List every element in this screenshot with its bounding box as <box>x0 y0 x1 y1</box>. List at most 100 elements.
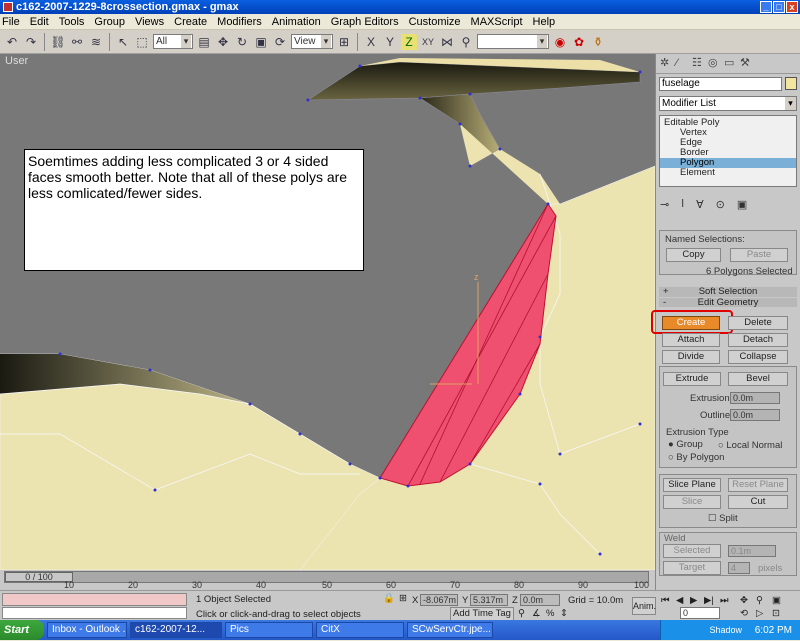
perspective-viewport[interactable]: z User Soemtimes adding less complicated… <box>0 54 655 570</box>
outline-spinner[interactable]: 0.0m <box>730 409 780 421</box>
maximize-button[interactable]: □ <box>773 1 785 13</box>
goto-end-icon[interactable]: ⏭ <box>720 595 729 606</box>
field-of-view-icon[interactable]: ▷ <box>756 608 763 619</box>
restrict-z-icon[interactable]: Z <box>401 33 417 50</box>
create-tab-icon[interactable]: ✲ <box>660 57 672 69</box>
stack-item-element[interactable]: Element <box>660 168 796 178</box>
show-end-result-icon[interactable]: ǀ <box>681 198 684 211</box>
extrusion-spinner[interactable]: 0.0m <box>730 392 780 404</box>
menu-animation[interactable]: Animation <box>272 16 321 28</box>
weld-target-button[interactable]: Target <box>663 561 721 575</box>
snap-toggle-icon[interactable]: ⚲ <box>518 608 525 619</box>
tray-shadow-label[interactable]: Shadow <box>709 625 742 635</box>
unlink-icon[interactable]: ⚯ <box>69 34 85 50</box>
slice-button[interactable]: Slice <box>663 495 721 509</box>
weld-threshold-spinner[interactable]: 0.1m <box>728 545 776 557</box>
add-time-tag-button[interactable]: Add Time Tag <box>450 607 514 621</box>
cut-button[interactable]: Cut <box>728 495 788 509</box>
split-checkbox[interactable]: ☐ Split <box>708 513 738 524</box>
selection-filter-dropdown[interactable]: All <box>153 34 193 49</box>
task-citx[interactable]: CitX <box>316 622 404 638</box>
paste-button[interactable]: Paste <box>730 248 788 262</box>
extrude-button[interactable]: Extrude <box>663 372 721 386</box>
align-icon[interactable]: ⚲ <box>458 34 474 50</box>
object-color-swatch[interactable] <box>785 77 797 90</box>
menu-views[interactable]: Views <box>135 16 164 28</box>
maximize-viewport-icon[interactable]: ⊡ <box>772 608 780 619</box>
selection-region-icon[interactable]: ⬚ <box>134 34 150 50</box>
detach-button[interactable]: Detach <box>728 333 788 347</box>
collapse-button[interactable]: Collapse <box>728 350 788 364</box>
by-polygon-radio[interactable]: ○ By Polygon <box>668 452 724 463</box>
minimize-button[interactable]: _ <box>760 1 772 13</box>
modifier-list-dropdown[interactable]: Modifier List <box>659 96 797 111</box>
configure-sets-icon[interactable]: ▣ <box>737 198 747 211</box>
zoom-extents-icon[interactable]: ▣ <box>772 595 781 606</box>
select-arrow-icon[interactable]: ↖ <box>115 34 131 50</box>
delete-button[interactable]: Delete <box>728 316 788 330</box>
viewport-label[interactable]: User <box>5 55 28 67</box>
render-icon[interactable]: ✿ <box>571 34 587 50</box>
object-name-field[interactable]: fuselage <box>659 77 782 91</box>
reference-coordinate-dropdown[interactable]: View <box>291 34 333 49</box>
redo-icon[interactable]: ↷ <box>23 34 39 50</box>
undo-icon[interactable]: ↶ <box>4 34 20 50</box>
zoom-icon[interactable]: ⚲ <box>756 595 763 606</box>
anim-button[interactable]: Anim. <box>632 597 656 615</box>
menu-customize[interactable]: Customize <box>409 16 461 28</box>
menu-maxscript[interactable]: MAXScript <box>471 16 523 28</box>
menu-tools[interactable]: Tools <box>59 16 85 28</box>
divide-button[interactable]: Divide <box>662 350 720 364</box>
named-selection-dropdown[interactable] <box>477 34 549 49</box>
link-icon[interactable]: ⛓ <box>50 34 66 50</box>
local-normal-radio[interactable]: ○ Local Normal <box>718 440 782 451</box>
material-editor-icon[interactable]: ◉ <box>552 34 568 50</box>
bevel-button[interactable]: Bevel <box>728 372 788 386</box>
restrict-xy-icon[interactable]: XY <box>420 34 436 50</box>
next-frame-icon[interactable]: ▶| <box>704 595 714 606</box>
menu-edit[interactable]: Edit <box>30 16 49 28</box>
absolute-mode-icon[interactable]: ⊞ <box>399 593 407 604</box>
angle-snap-icon[interactable]: ∡ <box>532 608 541 619</box>
goto-start-icon[interactable]: ⏮ <box>661 595 670 606</box>
attach-button[interactable]: Attach <box>662 333 720 347</box>
pan-icon[interactable]: ✥ <box>740 595 748 606</box>
pivot-center-icon[interactable]: ⊞ <box>336 34 352 50</box>
motion-tab-icon[interactable]: ◎ <box>708 57 720 69</box>
copy-button[interactable]: Copy <box>666 248 721 262</box>
select-by-name-icon[interactable]: ▤ <box>196 34 212 50</box>
menu-help[interactable]: Help <box>533 16 556 28</box>
edit-geometry-rollout[interactable]: - Edit Geometry <box>659 298 797 307</box>
maxscript-listener[interactable] <box>2 593 187 606</box>
restrict-x-icon[interactable]: X <box>363 34 379 50</box>
prev-frame-icon[interactable]: ◀ <box>676 595 683 606</box>
modify-tab-icon[interactable]: ⁄ <box>676 57 688 69</box>
current-frame-field[interactable]: 0 <box>680 607 720 619</box>
move-icon[interactable]: ✥ <box>215 34 231 50</box>
play-icon[interactable]: ▶ <box>690 595 697 606</box>
menu-create[interactable]: Create <box>174 16 207 28</box>
close-button[interactable]: x <box>786 1 798 13</box>
mesh-canvas[interactable]: z <box>0 54 655 570</box>
z-coord-field[interactable]: 0.0m <box>520 594 560 606</box>
lock-selection-icon[interactable]: 🔒 <box>383 593 395 604</box>
reset-plane-button[interactable]: Reset Plane <box>728 478 788 492</box>
display-tab-icon[interactable]: ▭ <box>724 57 736 69</box>
scale-icon[interactable]: ▣ <box>253 34 269 50</box>
make-unique-icon[interactable]: ∀ <box>696 198 704 211</box>
hierarchy-tab-icon[interactable]: ☷ <box>692 57 704 69</box>
menu-file[interactable]: File <box>2 16 20 28</box>
task-scwservctr[interactable]: SCwServCtr.jpe... <box>407 622 493 638</box>
spinner-snap-icon[interactable]: ⇕ <box>560 608 568 619</box>
arc-rotate-icon[interactable]: ⟲ <box>740 608 748 619</box>
menu-graph-editors[interactable]: Graph Editors <box>331 16 399 28</box>
group-radio[interactable]: ● Group <box>668 439 703 450</box>
menu-group[interactable]: Group <box>94 16 125 28</box>
weld-selected-button[interactable]: Selected <box>663 544 721 558</box>
task-gmax[interactable]: c162-2007-12... <box>130 622 222 638</box>
slice-plane-button[interactable]: Slice Plane <box>663 478 721 492</box>
y-coord-field[interactable]: 5.317m <box>470 594 508 606</box>
soft-selection-rollout[interactable]: + Soft Selection <box>659 287 797 297</box>
start-button[interactable]: Start <box>0 620 44 640</box>
bind-space-warp-icon[interactable]: ≋ <box>88 34 104 50</box>
